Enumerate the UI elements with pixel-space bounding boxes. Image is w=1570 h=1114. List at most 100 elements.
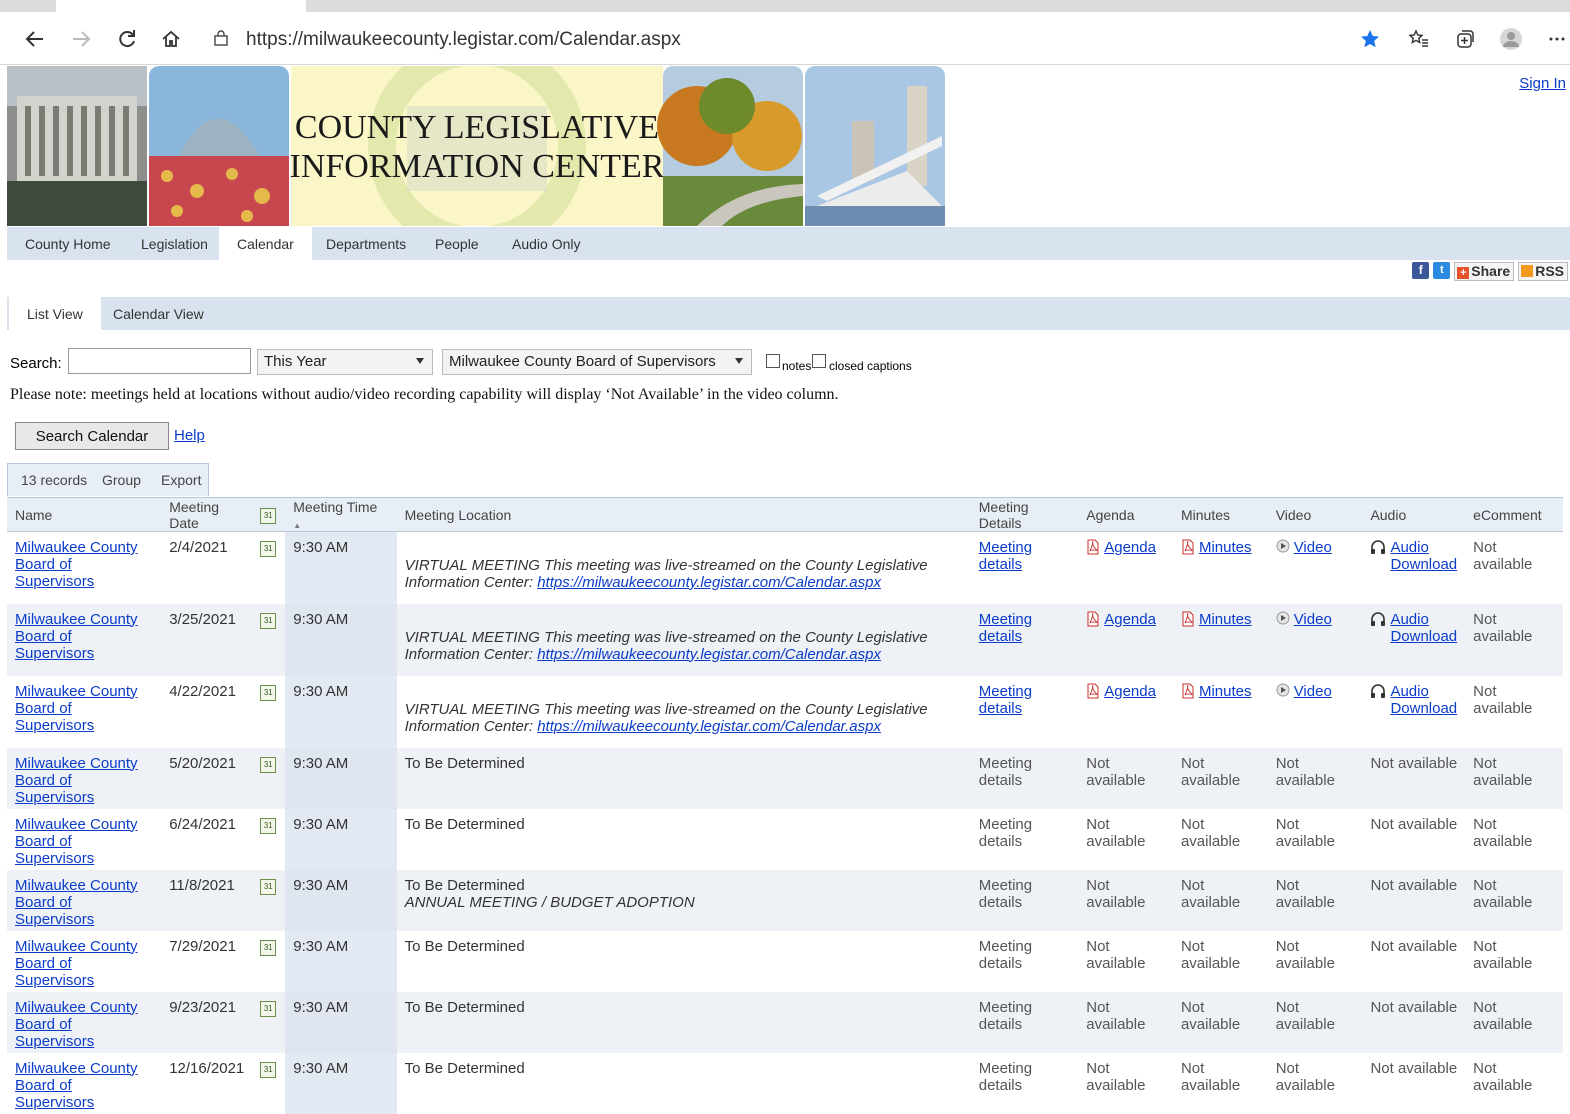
rss-button[interactable]: RSS xyxy=(1518,262,1568,281)
body-name-link[interactable]: Milwaukee County Board of Supervisors xyxy=(15,938,138,989)
audio-download-link[interactable]: Download xyxy=(1390,628,1457,645)
year-select[interactable]: This Year xyxy=(257,349,433,375)
calendar-icon[interactable]: 31 xyxy=(260,756,277,773)
calendar-icon[interactable]: 31 xyxy=(260,612,277,629)
calendar-icon[interactable]: 31 xyxy=(260,1000,277,1017)
back-icon[interactable] xyxy=(18,22,52,56)
help-link[interactable]: Help xyxy=(174,427,205,444)
banner-title-line2: INFORMATION CENTER xyxy=(290,148,665,185)
col-ecomment[interactable]: eComment xyxy=(1465,497,1563,532)
minutes-link[interactable]: Minutes xyxy=(1199,611,1252,628)
body-name-link[interactable]: Milwaukee County Board of Supervisors xyxy=(15,999,138,1050)
col-video[interactable]: Video xyxy=(1267,497,1363,532)
audio-download-link[interactable]: Download xyxy=(1390,700,1457,717)
collections-icon[interactable] xyxy=(1448,22,1482,56)
meeting-details-link[interactable]: Meeting details xyxy=(979,683,1032,717)
sign-in-link[interactable]: Sign In xyxy=(1519,75,1566,92)
location-note-text: ANNUAL MEETING / BUDGET ADOPTION xyxy=(404,893,695,911)
col-meeting-details[interactable]: Meeting Details xyxy=(970,497,1079,532)
closed-captions-checkbox[interactable] xyxy=(812,354,826,368)
col-audio[interactable]: Audio xyxy=(1362,497,1466,532)
share-button[interactable]: + Share xyxy=(1454,262,1515,281)
meeting-details-link[interactable]: Meeting details xyxy=(979,539,1032,573)
favorites-list-icon[interactable] xyxy=(1402,22,1436,56)
forward-icon[interactable] xyxy=(64,22,98,56)
minutes-link[interactable]: Minutes xyxy=(1199,539,1252,556)
body-name-link[interactable]: Milwaukee County Board of Supervisors xyxy=(15,1060,138,1111)
video-link[interactable]: Video xyxy=(1294,539,1332,556)
table-row: Milwaukee County Board of Supervisors 11/8… xyxy=(7,869,1563,931)
body-name-line1: Milwaukee County xyxy=(15,937,138,955)
nav-departments[interactable]: Departments xyxy=(308,227,424,260)
agenda-link[interactable]: Agenda xyxy=(1104,611,1156,628)
details-cell: Meeting details xyxy=(971,676,1078,748)
calendar-icon[interactable]: 31 xyxy=(260,817,277,834)
calendar-icon[interactable]: 31 xyxy=(260,1061,277,1078)
audio-link[interactable]: Audio xyxy=(1390,539,1428,556)
export-button[interactable]: Export xyxy=(161,464,201,496)
calendar-icon[interactable]: 31 xyxy=(260,878,277,895)
meeting-date: 4/22/2021 xyxy=(169,682,236,700)
search-calendar-button[interactable]: Search Calendar xyxy=(15,422,169,450)
body-select[interactable]: Milwaukee County Board of Supervisors xyxy=(442,349,752,375)
twitter-icon[interactable]: t xyxy=(1433,262,1451,279)
nav-people[interactable]: People xyxy=(417,227,497,260)
tab-list-view[interactable]: List View xyxy=(9,297,101,330)
nav-legislation[interactable]: Legislation xyxy=(123,227,226,260)
body-name-link[interactable]: Milwaukee County Board of Supervisors xyxy=(15,816,138,867)
col-minutes[interactable]: Minutes xyxy=(1172,497,1268,532)
search-input[interactable] xyxy=(68,348,251,374)
col-name[interactable]: Name xyxy=(7,497,162,532)
col-meeting-location[interactable]: Meeting Location xyxy=(396,497,971,532)
home-icon[interactable] xyxy=(154,22,188,56)
calendar-icon[interactable]: 31 xyxy=(260,684,277,701)
video-link[interactable]: Video xyxy=(1294,611,1332,628)
audio-download-link[interactable]: Download xyxy=(1390,556,1457,573)
col-meeting-time-label: Meeting Time xyxy=(293,498,378,515)
minutes-link[interactable]: Minutes xyxy=(1199,683,1252,700)
facebook-icon[interactable]: f xyxy=(1412,262,1430,279)
calendar-icon[interactable]: 31 xyxy=(260,939,277,956)
body-name-link[interactable]: Milwaukee County Board of Supervisors xyxy=(15,683,138,734)
audio-link[interactable]: Audio xyxy=(1390,683,1428,700)
body-name-link[interactable]: Milwaukee County Board of Supervisors xyxy=(15,877,138,928)
location-link[interactable]: https://milwaukeecounty.legistar.com/Cal… xyxy=(537,718,881,735)
body-name-link[interactable]: Milwaukee County Board of Supervisors xyxy=(15,755,138,806)
audio-link[interactable]: Audio xyxy=(1390,611,1428,628)
audio-cell: Audio Download xyxy=(1362,676,1465,748)
body-name-line2: Board of Supervisors xyxy=(15,954,95,989)
active-browser-tab[interactable] xyxy=(56,0,306,12)
address-bar[interactable]: https://milwaukeecounty.legistar.com/Cal… xyxy=(204,20,1334,58)
group-button[interactable]: Group xyxy=(102,464,141,496)
video-link[interactable]: Video xyxy=(1294,683,1332,700)
lock-icon[interactable] xyxy=(214,30,228,46)
favorite-star-icon[interactable] xyxy=(1353,22,1387,56)
agenda-link[interactable]: Agenda xyxy=(1104,683,1156,700)
calendar-icon[interactable]: 31 xyxy=(260,541,277,557)
location-link[interactable]: https://milwaukeecounty.legistar.com/Cal… xyxy=(537,646,881,663)
profile-avatar-icon[interactable] xyxy=(1494,22,1528,56)
agenda-link[interactable]: Agenda xyxy=(1104,539,1156,556)
ecomment-cell: Not available xyxy=(1465,676,1563,748)
refresh-icon[interactable] xyxy=(110,22,144,56)
nav-calendar[interactable]: Calendar xyxy=(219,227,312,260)
location-link[interactable]: https://milwaukeecounty.legistar.com/Cal… xyxy=(537,574,881,591)
body-name-link[interactable]: Milwaukee County Board of Supervisors xyxy=(15,611,138,662)
tab-calendar-view[interactable]: Calendar View xyxy=(95,297,222,330)
name-cell: Milwaukee County Board of Supervisors xyxy=(7,747,162,809)
ecomment-status: Not available xyxy=(1473,754,1533,789)
ecomment-cell: Not available xyxy=(1465,747,1563,809)
meeting-time: 9:30 AM xyxy=(285,603,397,676)
more-menu-icon[interactable] xyxy=(1540,22,1570,56)
col-meeting-date[interactable]: Meeting Date xyxy=(161,497,253,532)
nav-county-home[interactable]: County Home xyxy=(7,227,129,260)
col-agenda[interactable]: Agenda xyxy=(1078,497,1173,532)
name-cell: Milwaukee County Board of Supervisors xyxy=(7,603,162,676)
meeting-details-link[interactable]: Meeting details xyxy=(979,611,1032,645)
col-meeting-time[interactable]: Meeting Time ▲ xyxy=(285,497,397,532)
nav-audio-only[interactable]: Audio Only xyxy=(494,227,598,260)
agenda-unavailable: Not available xyxy=(1086,937,1146,972)
notes-checkbox[interactable] xyxy=(766,354,780,368)
body-name-link[interactable]: Milwaukee County Board of Supervisors xyxy=(15,539,138,590)
name-cell: Milwaukee County Board of Supervisors xyxy=(7,1053,161,1114)
